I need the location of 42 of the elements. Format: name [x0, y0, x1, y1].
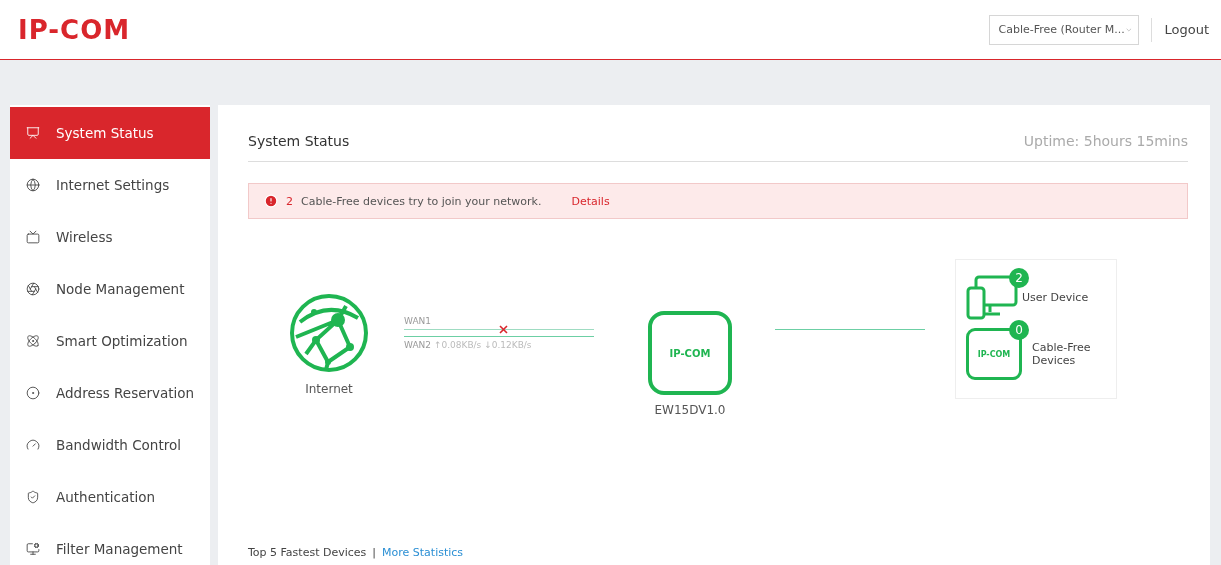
alert-count: 2	[286, 194, 293, 208]
shield-icon	[26, 490, 40, 504]
sidebar-item[interactable]: Address Reservation	[10, 367, 210, 419]
disconnected-icon	[499, 325, 508, 334]
sidebar-item[interactable]: Internet Settings	[10, 159, 210, 211]
logout-link[interactable]: Logout	[1164, 22, 1209, 37]
globe-icon	[288, 292, 370, 374]
sidebar-item[interactable]: Smart Optimization	[10, 315, 210, 367]
device-label: User Device	[1022, 290, 1089, 304]
count-badge: 2	[1009, 268, 1029, 288]
screen-icon	[26, 230, 40, 244]
separator-text: |	[372, 546, 377, 559]
mode-select[interactable]: Cable-Free (Router M...	[989, 14, 1140, 45]
gauge-icon	[26, 438, 40, 452]
chart-screen-icon	[26, 126, 40, 140]
more-statistics-link[interactable]: More Statistics	[382, 546, 464, 559]
devices-icon	[966, 274, 1020, 320]
circle-icon	[26, 386, 40, 400]
sidebar-item[interactable]: Authentication	[10, 471, 210, 523]
details-link[interactable]: Details	[571, 194, 610, 208]
uptime-text: Uptime: 5hours 15mins	[1023, 133, 1188, 149]
alert-message: Cable-Free devices try to join your network.	[301, 194, 542, 208]
wan-label: WAN2 ↑0.08KB/s ↓0.12KB/s	[404, 340, 533, 350]
monitor-icon	[26, 542, 40, 556]
aperture-icon	[26, 282, 40, 296]
logo: IP-COM	[18, 14, 131, 45]
globe-icon	[26, 178, 40, 192]
sidebar-item[interactable]: Filter Management	[10, 523, 210, 565]
sidebar-item[interactable]: Wireless	[10, 211, 210, 263]
alert-icon	[264, 194, 278, 208]
router-label: EW15DV1.0	[654, 403, 726, 417]
sidebar-item[interactable]: Bandwidth Control	[10, 419, 210, 471]
count-badge: 0	[1009, 320, 1029, 340]
router-icon: IP-COM	[648, 311, 732, 395]
atom-icon	[26, 334, 40, 348]
sidebar-item[interactable]: System Status	[10, 107, 210, 159]
page-title: System Status	[248, 133, 350, 149]
wan-label: WAN1	[404, 316, 433, 326]
device-label: Cable-Free Devices	[1032, 341, 1092, 367]
sidebar-item[interactable]: Node Management	[10, 263, 210, 315]
internet-label: Internet	[305, 382, 353, 396]
section-title: Top 5 Fastest Devices	[248, 546, 367, 559]
